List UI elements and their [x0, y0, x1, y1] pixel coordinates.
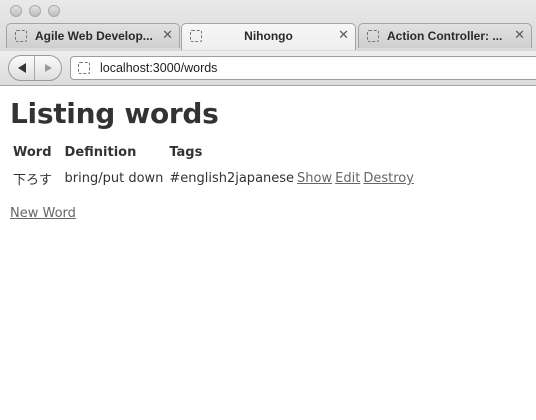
column-header-tags: Tags	[169, 145, 203, 160]
close-icon[interactable]: ✕	[162, 27, 173, 43]
new-word-link[interactable]: New Word	[10, 206, 76, 221]
close-icon[interactable]: ✕	[514, 27, 525, 43]
close-window-button[interactable]	[10, 5, 22, 17]
page-icon	[78, 62, 90, 74]
forward-button[interactable]	[35, 56, 61, 80]
address-bar[interactable]: localhost:3000/words	[70, 56, 536, 80]
page-icon	[367, 30, 379, 42]
show-link[interactable]: Show	[297, 171, 332, 186]
browser-chrome: Agile Web Develop... ✕ Nihongo ✕ Action …	[0, 0, 536, 86]
tab-action-controller[interactable]: Action Controller: ... ✕	[358, 23, 532, 48]
page-icon	[190, 30, 202, 42]
back-button[interactable]	[9, 56, 36, 80]
column-header-actions	[297, 144, 332, 161]
tab-nihongo[interactable]: Nihongo ✕	[181, 23, 356, 50]
minimize-window-button[interactable]	[29, 5, 41, 17]
column-header-actions	[363, 144, 414, 161]
back-forward-group	[8, 55, 62, 81]
forward-arrow-icon	[45, 64, 52, 72]
page-content: Listing words Word Definition Tags 下ろす b…	[0, 87, 536, 420]
edit-link[interactable]: Edit	[335, 171, 360, 186]
destroy-link[interactable]: Destroy	[363, 171, 414, 186]
close-icon[interactable]: ✕	[338, 27, 349, 43]
table-row: 下ろす bring/put down #english2japanese Sho…	[13, 163, 414, 188]
tab-title: Action Controller: ...	[387, 29, 503, 43]
column-header-definition: Definition	[64, 145, 137, 160]
tab-title: Agile Web Develop...	[35, 29, 153, 43]
tab-title: Nihongo	[244, 29, 293, 43]
definition-cell: bring/put down	[64, 171, 164, 186]
tags-cell: #english2japanese	[169, 171, 295, 186]
back-arrow-icon	[17, 63, 26, 73]
page-icon	[15, 30, 27, 42]
column-header-actions	[335, 144, 360, 161]
zoom-window-button[interactable]	[48, 5, 60, 17]
table-header-row: Word Definition Tags	[13, 144, 414, 161]
tab-agile-web-development[interactable]: Agile Web Develop... ✕	[6, 23, 180, 48]
column-header-word: Word	[13, 145, 52, 160]
page-title: Listing words	[10, 97, 219, 130]
word-cell: 下ろす	[13, 173, 53, 188]
tab-strip: Agile Web Develop... ✕ Nihongo ✕ Action …	[0, 23, 536, 50]
window-controls	[10, 5, 60, 17]
url-text: localhost:3000/words	[100, 61, 218, 75]
words-table: Word Definition Tags 下ろす bring/put down …	[10, 142, 417, 190]
navigation-toolbar: localhost:3000/words	[0, 51, 536, 85]
